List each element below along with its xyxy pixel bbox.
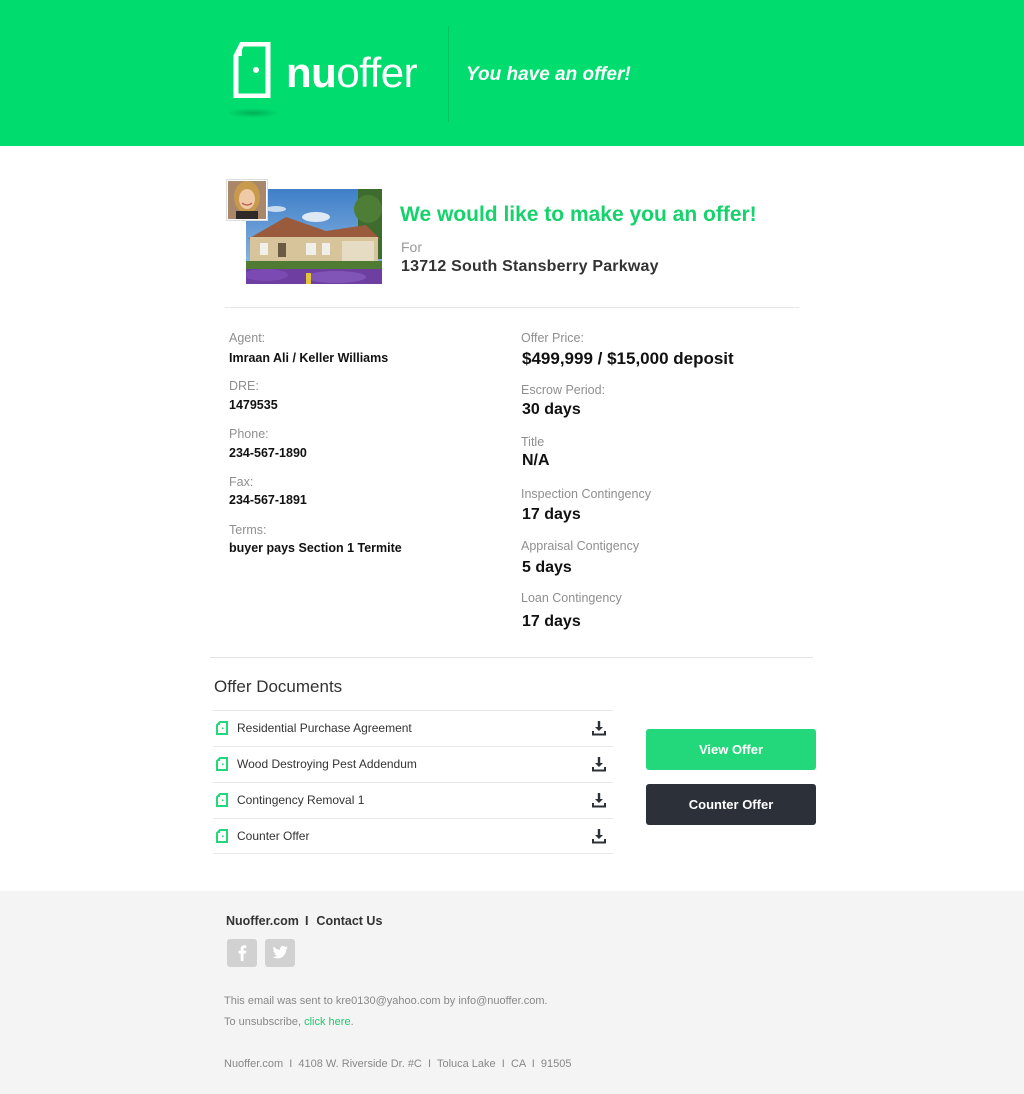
- dre-label: DRE:: [229, 379, 259, 393]
- logo-door-icon: [233, 42, 271, 98]
- document-name[interactable]: Wood Destroying Pest Addendum: [237, 757, 417, 771]
- terms-label: Terms:: [229, 523, 267, 537]
- header-divider: [448, 26, 449, 122]
- unsubscribe-suffix: .: [350, 1016, 354, 1028]
- footer-address: Nuoffer.com I 4108 W. Riverside Dr. #C I…: [224, 1058, 572, 1070]
- escrow-period-label: Escrow Period:: [521, 383, 606, 397]
- agent-avatar: [226, 179, 268, 221]
- download-icon[interactable]: [592, 720, 606, 736]
- offer-price-label: Offer Price:: [521, 331, 584, 345]
- loan-contingency-label: Loan Contingency: [521, 591, 622, 605]
- header-tagline: You have an offer!: [466, 64, 631, 85]
- document-row[interactable]: Contingency Removal 1: [213, 782, 613, 818]
- facebook-icon: [238, 945, 247, 961]
- logo-wordmark: nuoffer: [286, 48, 418, 98]
- unsubscribe-prefix: To unsubscribe,: [224, 1016, 305, 1028]
- section-divider: [210, 657, 813, 658]
- phone-label: Phone:: [229, 427, 269, 441]
- agent-value: Imraan Ali / Keller Williams: [229, 351, 389, 365]
- title-value: N/A: [522, 452, 550, 469]
- terms-value: buyer pays Section 1 Termite: [229, 541, 402, 555]
- unsubscribe-link[interactable]: click here: [304, 1016, 350, 1028]
- fax-value: 234-567-1891: [229, 493, 307, 507]
- fax-label: Fax:: [229, 475, 254, 489]
- facebook-button[interactable]: [227, 939, 257, 967]
- offer-documents-heading: Offer Documents: [214, 677, 343, 696]
- view-offer-button[interactable]: View Offer: [646, 729, 816, 770]
- property-address: 13712 South Stansberry Parkway: [401, 258, 659, 275]
- footer-sent-notice: This email was sent to kre0130@yahoo.com…: [224, 995, 548, 1007]
- email-footer: Nuoffer.com I Contact Us This email was se…: [0, 891, 1024, 1094]
- document-row[interactable]: Residential Purchase Agreement: [213, 710, 613, 746]
- offer-headline: We would like to make you an offer!: [400, 203, 757, 226]
- inspection-contingency-value: 17 days: [522, 506, 581, 523]
- document-name[interactable]: Counter Offer: [237, 829, 309, 843]
- document-icon: [216, 721, 228, 735]
- document-icon: [216, 829, 228, 843]
- counter-offer-button[interactable]: Counter Offer: [646, 784, 816, 825]
- logo-nu: nu: [286, 49, 337, 96]
- document-row[interactable]: Wood Destroying Pest Addendum: [213, 746, 613, 782]
- email-header: nuoffer You have an offer!: [0, 0, 1024, 146]
- phone-value: 234-567-1890: [229, 446, 307, 460]
- document-name[interactable]: Contingency Removal 1: [237, 793, 364, 807]
- escrow-period-value: 30 days: [522, 401, 581, 418]
- download-icon[interactable]: [592, 792, 606, 808]
- appraisal-contingency-value: 5 days: [522, 559, 572, 576]
- section-divider: [225, 307, 799, 308]
- document-name[interactable]: Residential Purchase Agreement: [237, 721, 412, 735]
- footer-separator: I: [304, 914, 309, 928]
- loan-contingency-value: 17 days: [522, 613, 581, 630]
- footer-links: Nuoffer.com I Contact Us: [226, 914, 382, 928]
- logo-offer: offer: [336, 49, 418, 96]
- twitter-button[interactable]: [265, 939, 295, 967]
- footer-link-nuoffer[interactable]: Nuoffer.com: [226, 914, 299, 928]
- offer-price-value: $499,999 / $15,000 deposit: [522, 349, 734, 368]
- logo-shadow: [226, 108, 280, 118]
- documents-list: Residential Purchase Agreement Wood Dest…: [213, 710, 613, 854]
- title-label: Title: [521, 435, 545, 449]
- document-icon: [216, 793, 228, 807]
- document-icon: [216, 757, 228, 771]
- inspection-contingency-label: Inspection Contingency: [521, 487, 651, 501]
- appraisal-contingency-label: Appraisal Contigency: [521, 539, 640, 553]
- download-icon[interactable]: [592, 828, 606, 844]
- agent-label: Agent:: [229, 331, 266, 345]
- twitter-icon: [272, 946, 288, 959]
- download-icon[interactable]: [592, 756, 606, 772]
- dre-value: 1479535: [229, 398, 278, 412]
- document-row[interactable]: Counter Offer: [213, 818, 613, 854]
- footer-unsubscribe: To unsubscribe, click here.: [224, 1016, 354, 1028]
- for-label: For: [401, 239, 422, 255]
- footer-link-contact[interactable]: Contact Us: [316, 914, 382, 928]
